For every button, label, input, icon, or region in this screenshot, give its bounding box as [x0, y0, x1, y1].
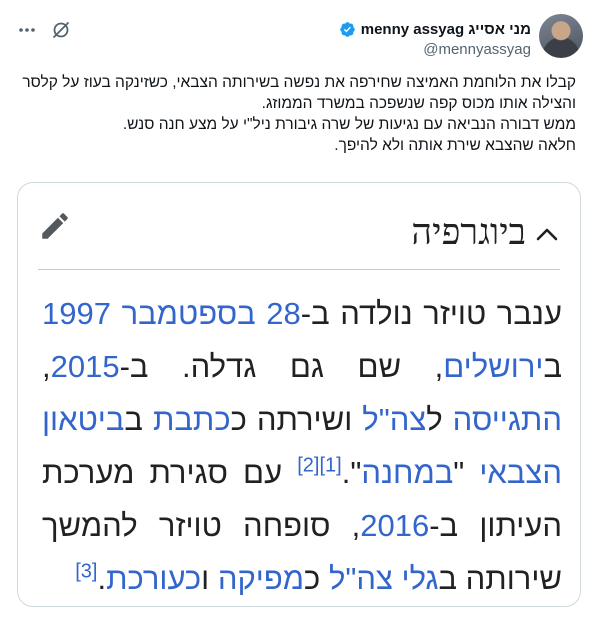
wiki-link[interactable]: במחנה	[361, 455, 453, 490]
wiki-reference: [1]	[319, 455, 341, 477]
wiki-text	[111, 296, 122, 331]
wiki-text: כ	[230, 402, 247, 437]
wiki-text: ושירתה	[246, 402, 363, 437]
more-icon[interactable]	[17, 20, 37, 40]
verified-badge-icon	[339, 21, 355, 37]
wiki-link[interactable]: כתבת	[153, 402, 231, 437]
wiki-text: כ	[304, 561, 329, 596]
wiki-link[interactable]: 2016	[360, 508, 429, 543]
wiki-link[interactable]: צה"ל	[362, 402, 426, 437]
wiki-text: ".	[341, 455, 362, 490]
author-display-name[interactable]: menny assyag מני אסייג	[361, 21, 531, 38]
wiki-reference-link[interactable]: [1]	[319, 455, 341, 477]
wiki-paragraph: ענבר טויזר נולדה ב-28 בספטמבר 1997 בירוש…	[42, 287, 562, 605]
tweet: menny assyag מני אסייג @mennyassyag קבלו…	[0, 0, 591, 618]
grok-icon[interactable]	[51, 20, 71, 40]
wiki-reference: [2]	[297, 455, 319, 477]
wiki-link[interactable]: הצבאי	[479, 455, 562, 490]
wiki-link[interactable]: כעורכת	[106, 561, 201, 596]
tweet-text-line: חלאה שהצבא שירת אותה ולא להיפך.	[334, 137, 576, 154]
wiki-link[interactable]: ביטאון	[42, 402, 124, 437]
avatar[interactable]	[539, 14, 583, 58]
wiki-text: , שם גם גדלה. ב-	[119, 349, 444, 384]
tweet-text: קבלו את הלוחמת האמיצה שחירפה את נפשה בשי…	[16, 72, 576, 156]
wiki-link[interactable]: 2015	[51, 349, 120, 384]
wiki-text: ב	[124, 402, 153, 437]
wiki-reference-link[interactable]: [3]	[75, 561, 97, 583]
attached-image[interactable]: ביוגרפיה ענבר טויזר נולדה ב-28 בספטמבר 1…	[17, 182, 581, 607]
tweet-text-line: ממש דבורה הנביאה עם נגיעות של שרה גיבורת…	[122, 116, 576, 133]
chevron-up-icon[interactable]	[534, 221, 560, 247]
wiki-reference: [3]	[75, 561, 97, 583]
wiki-reference-link[interactable]: [2]	[297, 455, 319, 477]
wiki-section-header: ביוגרפיה	[38, 203, 560, 270]
wiki-text: ,	[42, 349, 51, 384]
wiki-text: ענבר טויזר נולדה ב-	[300, 296, 563, 331]
tweet-text-line: קבלו את הלוחמת האמיצה שחירפה את נפשה בשי…	[22, 74, 576, 112]
tweet-top-actions	[17, 20, 71, 40]
wiki-link[interactable]: 1997	[42, 296, 111, 331]
pencil-icon[interactable]	[38, 209, 72, 243]
wiki-link[interactable]: מפיקה	[218, 561, 304, 596]
wiki-link[interactable]: 28 בספטמבר	[122, 296, 301, 331]
author-handle[interactable]: @mennyassyag	[423, 41, 531, 58]
wiki-link[interactable]: גלי צה"ל	[329, 561, 439, 596]
wiki-link[interactable]: התגייסה	[453, 402, 562, 437]
wiki-section-title: ביוגרפיה	[411, 212, 526, 252]
wiki-text: ל	[426, 402, 453, 437]
wiki-text: ב	[543, 349, 562, 384]
author-name-row[interactable]: menny assyag מני אסייג	[339, 18, 531, 40]
wiki-text: ו	[201, 561, 218, 596]
wiki-link[interactable]: ירושלים	[443, 349, 543, 384]
wiki-text: .	[97, 561, 107, 596]
wiki-text: "	[453, 455, 480, 490]
